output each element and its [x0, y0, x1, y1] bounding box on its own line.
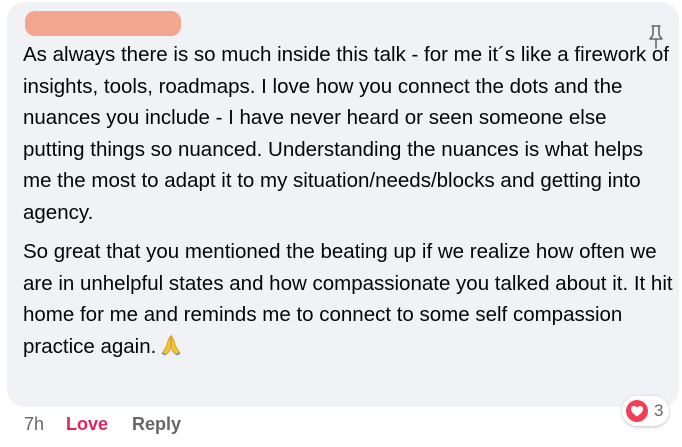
- folded-hands-emoji: [160, 334, 182, 356]
- comment-timestamp[interactable]: 7h: [24, 414, 44, 435]
- heart-icon: [625, 399, 649, 423]
- comment-paragraph-2: So great that you mentioned the beating …: [23, 240, 673, 358]
- reaction-summary[interactable]: 3: [622, 396, 670, 426]
- comment-actions: 7h Love Reply: [24, 414, 181, 435]
- comment-bubble: As always there is so much inside this t…: [7, 2, 679, 407]
- comment-paragraph-1: As always there is so much inside this t…: [23, 43, 669, 224]
- reaction-count: 3: [654, 401, 664, 420]
- comment-text: As always there is so much inside this t…: [23, 39, 673, 362]
- reply-button[interactable]: Reply: [132, 414, 181, 435]
- author-name-redacted[interactable]: [25, 11, 181, 36]
- love-button[interactable]: Love: [66, 414, 108, 435]
